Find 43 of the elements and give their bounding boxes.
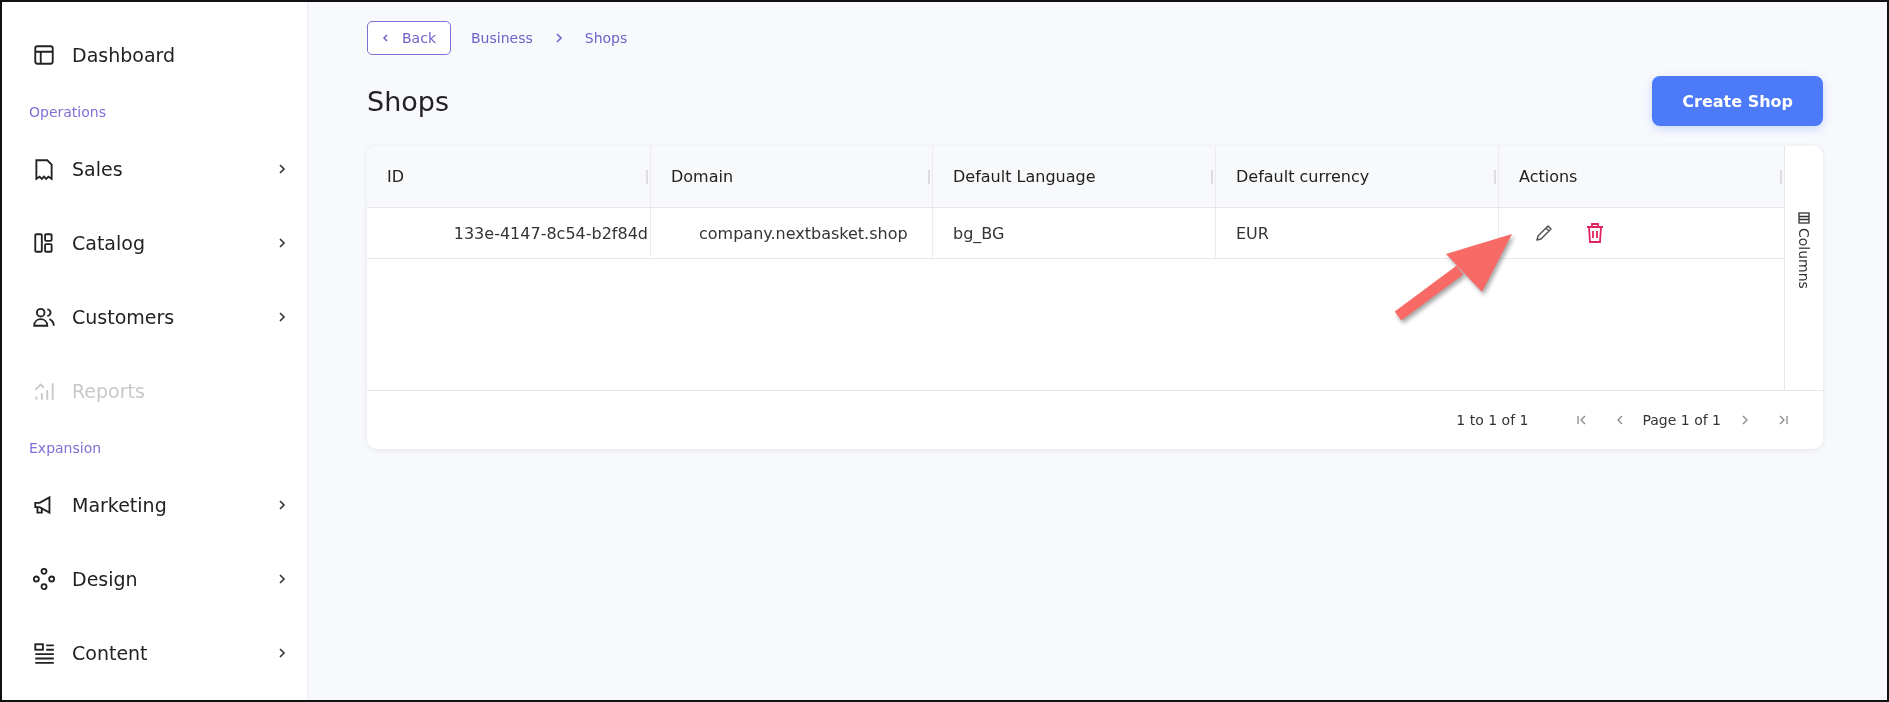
- table-cell: bg_BG: [932, 208, 1215, 259]
- chevron-right-icon: [277, 312, 287, 322]
- column-header: Actions: [1498, 146, 1784, 208]
- last-page-icon: [1777, 414, 1789, 426]
- pencil-icon[interactable]: [1533, 222, 1555, 244]
- table-cell: 133e-4147-8c54-b2f84d: [367, 208, 650, 259]
- page-title: Shops: [367, 85, 449, 117]
- columns-icon: [1798, 212, 1810, 224]
- page-indicator: Page 1 of 1: [1642, 412, 1721, 428]
- diamond-dots-icon: [32, 567, 56, 591]
- chevron-right-icon: [554, 32, 563, 44]
- chevron-left-icon: [382, 33, 390, 43]
- chevron-right-icon: [277, 574, 287, 584]
- sidebar-item[interactable]: Design: [2, 554, 307, 604]
- create-shop-button[interactable]: Create Shop: [1652, 76, 1823, 126]
- sidebar-item[interactable]: Marketing: [2, 480, 307, 530]
- column-header: Default currency: [1215, 146, 1498, 208]
- sidebar-item[interactable]: Customers: [2, 292, 307, 342]
- breadcrumb-link[interactable]: Business: [471, 30, 533, 46]
- users-icon: [32, 305, 56, 329]
- sidebar-item[interactable]: Content: [2, 628, 307, 678]
- columns-button[interactable]: Columns: [1796, 212, 1812, 390]
- sidebar-item[interactable]: Sales: [2, 144, 307, 194]
- chevron-right-icon: [277, 500, 287, 510]
- receipt-icon: [32, 157, 56, 181]
- layout-icon: [32, 43, 56, 67]
- trash-icon[interactable]: [1585, 222, 1605, 244]
- grid-icon: [32, 231, 56, 255]
- sidebar-item[interactable]: Dashboard: [2, 30, 307, 80]
- column-header: Default Language: [932, 146, 1215, 208]
- chevron-right-icon: [277, 238, 287, 248]
- back-button[interactable]: Back: [367, 21, 451, 55]
- column-header: Domain: [650, 146, 932, 208]
- column-header: ID: [367, 146, 650, 208]
- section-label: Expansion: [28, 440, 103, 458]
- section-label: Operations: [28, 104, 107, 122]
- row-count-text: 1 to 1 of 1: [1456, 412, 1529, 428]
- sidebar-item[interactable]: Catalog: [2, 218, 307, 268]
- list-icon: [32, 641, 56, 665]
- chevron-right-icon: [277, 648, 287, 658]
- chevron-right-icon: [277, 164, 287, 174]
- table-cell: company.nextbasket.shop: [650, 208, 932, 259]
- breadcrumb-link[interactable]: Shops: [584, 30, 628, 46]
